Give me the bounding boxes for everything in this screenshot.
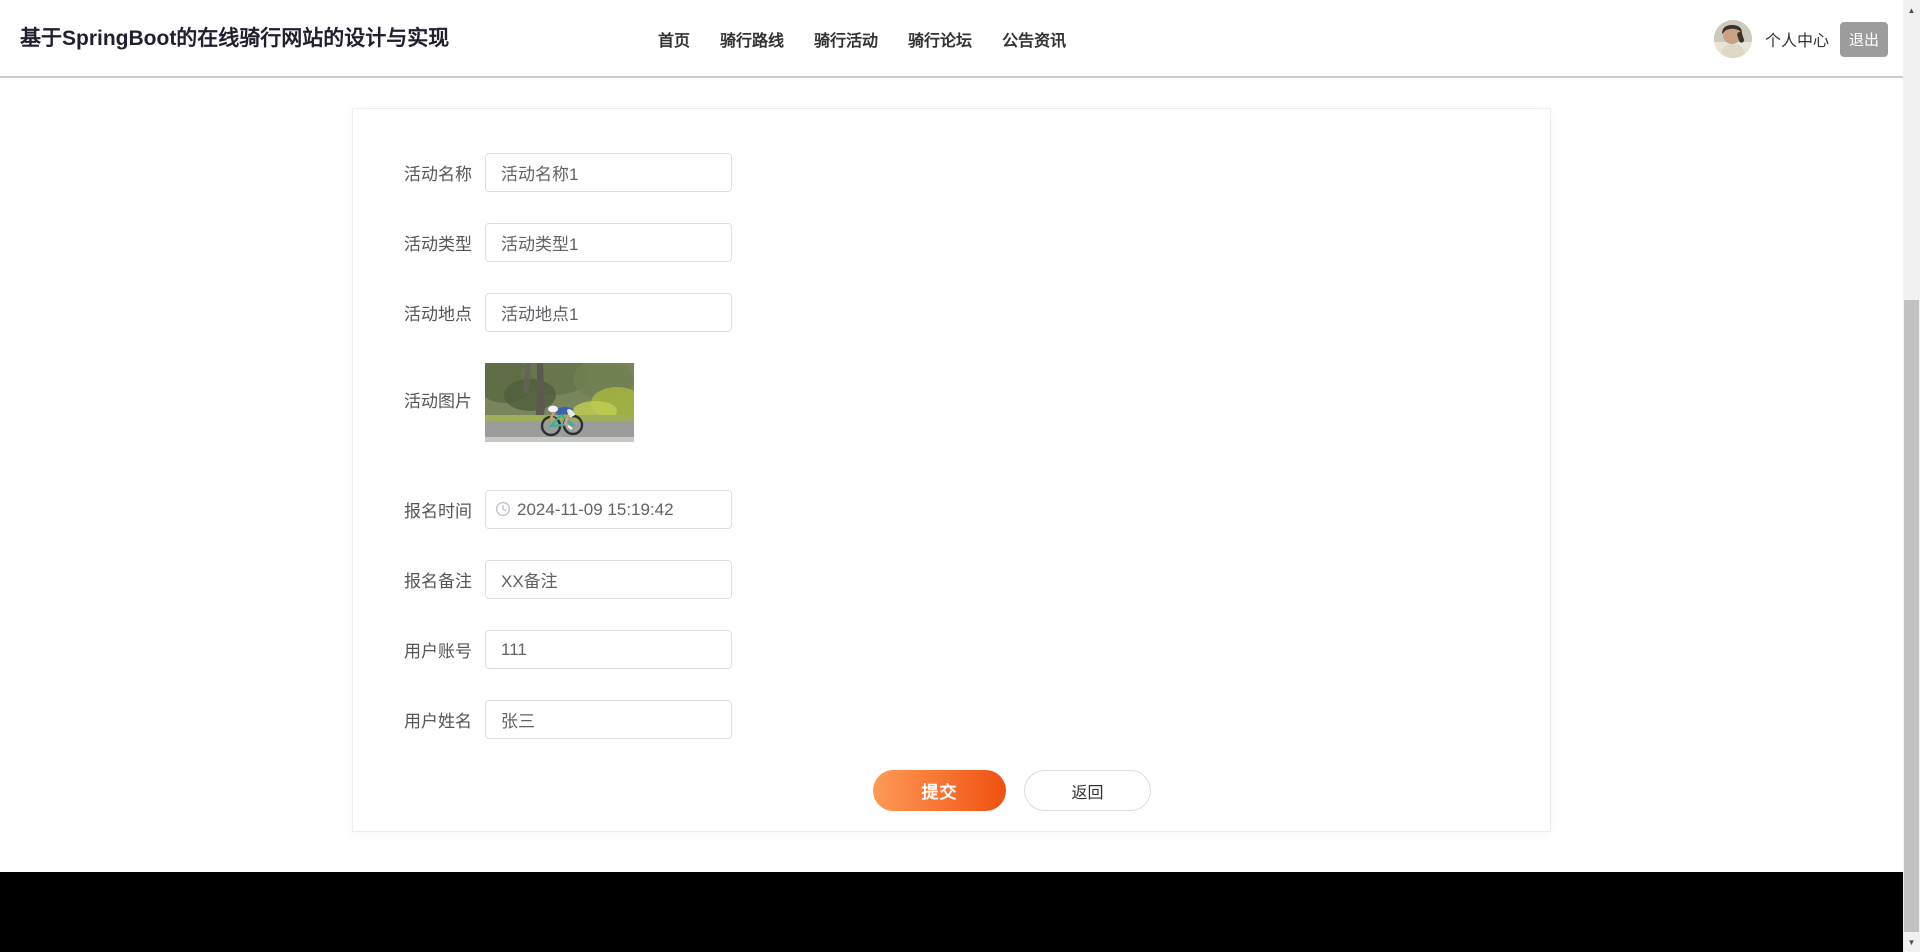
submit-button[interactable]: 提交	[873, 770, 1006, 811]
field-label-activity-type: 活动类型	[404, 235, 472, 254]
form-row-activity-type: 活动类型	[353, 223, 1550, 262]
field-label-activity-image: 活动图片	[404, 392, 472, 411]
field-label-signup-note: 报名备注	[404, 572, 472, 591]
app-header: 基于SpringBoot的在线骑行网站的设计与实现 首页 骑行路线 骑行活动 骑…	[0, 0, 1920, 78]
field-label-activity-place: 活动地点	[404, 305, 472, 324]
nav-item-home[interactable]: 首页	[658, 27, 690, 51]
logout-button[interactable]: 退出	[1839, 21, 1888, 57]
nav-item-news[interactable]: 公告资讯	[1002, 27, 1066, 51]
activity-image-preview[interactable]	[475, 355, 643, 442]
form-row-user-account: 用户账号	[353, 630, 1550, 669]
field-label-activity-name: 活动名称	[404, 165, 472, 184]
form-buttons-row: 提交 返回	[873, 770, 1550, 811]
activity-name-input[interactable]	[485, 153, 732, 192]
scrollbar-down-arrow-icon[interactable]: ▼	[1903, 934, 1920, 950]
form-row-activity-image: 活动图片	[353, 355, 1550, 442]
nav-item-forum[interactable]: 骑行论坛	[908, 27, 972, 51]
activity-type-input[interactable]	[485, 223, 732, 262]
form-row-user-name: 用户姓名	[353, 700, 1550, 739]
back-button[interactable]: 返回	[1024, 770, 1151, 811]
cyclist-road-photo	[475, 355, 643, 442]
form-row-activity-name: 活动名称	[353, 153, 1550, 192]
form-row-activity-place: 活动地点	[353, 293, 1550, 332]
nav-item-activities[interactable]: 骑行活动	[814, 27, 878, 51]
user-avatar[interactable]	[1713, 20, 1752, 58]
page: 基于SpringBoot的在线骑行网站的设计与实现 首页 骑行路线 骑行活动 骑…	[0, 0, 1920, 952]
signup-time-input[interactable]	[485, 490, 732, 529]
registration-form-card: 活动名称 活动类型 活动地点 活动图片	[352, 108, 1551, 832]
field-label-user-account: 用户账号	[404, 642, 472, 661]
form-row-signup-note: 报名备注	[353, 560, 1550, 599]
activity-place-input[interactable]	[485, 293, 732, 332]
vertical-scrollbar[interactable]: ▲ ▼	[1903, 0, 1920, 952]
signup-time-picker	[485, 490, 732, 529]
app-title: 基于SpringBoot的在线骑行网站的设计与实现	[20, 27, 450, 50]
field-label-user-name: 用户姓名	[404, 712, 472, 731]
main-nav: 首页 骑行路线 骑行活动 骑行论坛 公告资讯	[658, 0, 1066, 78]
user-area: 个人中心 退出	[1713, 0, 1888, 78]
form-row-signup-time: 报名时间	[353, 490, 1550, 529]
signup-note-input[interactable]	[485, 560, 732, 599]
user-name-input[interactable]	[485, 700, 732, 739]
scrollbar-up-arrow-icon[interactable]: ▲	[1903, 2, 1920, 18]
scrollbar-thumb[interactable]	[1904, 300, 1919, 932]
field-label-signup-time: 报名时间	[404, 502, 472, 521]
page-footer	[0, 872, 1920, 952]
nav-item-routes[interactable]: 骑行路线	[720, 27, 784, 51]
profile-center-link[interactable]: 个人中心	[1765, 27, 1829, 51]
user-account-input[interactable]	[485, 630, 732, 669]
user-avatar-photo	[1713, 20, 1752, 58]
